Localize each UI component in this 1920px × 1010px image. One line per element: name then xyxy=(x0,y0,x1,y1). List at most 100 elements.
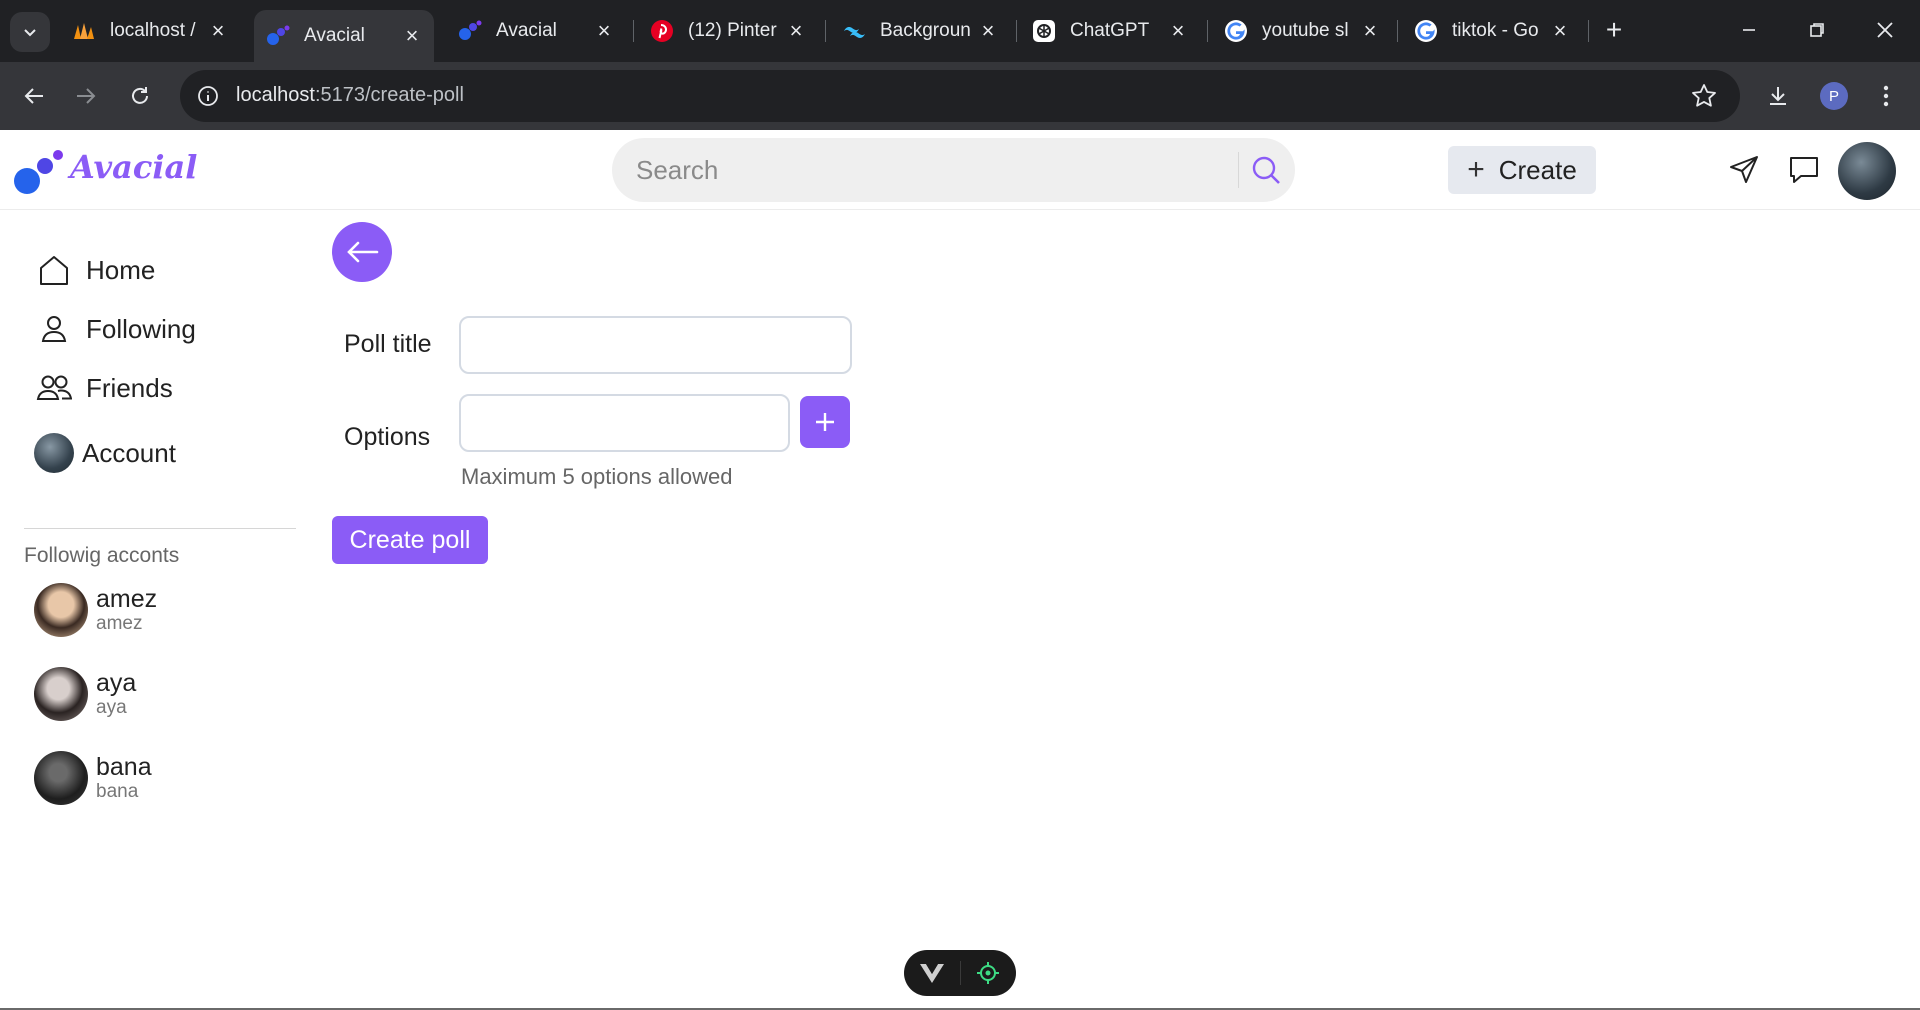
browser-tab-4[interactable]: Backgroun × xyxy=(830,10,1010,52)
tab-title: ChatGPT xyxy=(1070,20,1150,41)
search-input[interactable] xyxy=(636,152,1216,188)
avacial-icon xyxy=(458,19,482,43)
download-icon xyxy=(1770,87,1786,105)
inspect-target-icon[interactable] xyxy=(960,950,1016,996)
avacial-icon xyxy=(266,24,290,48)
tab-title: Avacial xyxy=(496,20,557,41)
add-option-button[interactable] xyxy=(800,396,850,448)
forward-nav-button[interactable] xyxy=(66,76,106,116)
send-icon[interactable] xyxy=(1724,150,1764,190)
close-icon[interactable]: × xyxy=(976,18,1000,43)
minimize-button[interactable] xyxy=(1726,10,1772,50)
sidebar-item-label: Following xyxy=(86,313,196,344)
avatar xyxy=(34,751,88,805)
plus-icon xyxy=(816,413,834,431)
create-poll-button[interactable]: Create poll xyxy=(332,516,488,564)
avacial-logo-icon[interactable] xyxy=(12,146,66,196)
users-icon xyxy=(34,368,74,408)
poll-title-input[interactable] xyxy=(459,316,852,374)
option-input[interactable] xyxy=(459,394,790,452)
tab-separator xyxy=(825,20,826,42)
chevron-down-icon xyxy=(24,29,36,37)
browser-toolbar: localhost:5173/create-poll P xyxy=(0,62,1920,130)
search-divider xyxy=(1238,152,1239,188)
browser-tab-bar: localhost / × Avacial × Avacial × (12) P… xyxy=(0,0,1920,62)
back-nav-button[interactable] xyxy=(14,76,54,116)
create-button-label: Create xyxy=(1498,154,1577,185)
vue-devtools-icon[interactable] xyxy=(904,950,960,996)
url-host: localhost xyxy=(236,84,315,106)
avatar xyxy=(34,667,88,721)
following-item[interactable]: amez amez xyxy=(34,582,157,638)
more-vertical-icon xyxy=(1883,85,1889,107)
browser-tab-7[interactable]: tiktok - Go × xyxy=(1402,10,1582,52)
new-tab-button[interactable]: + xyxy=(1598,14,1630,46)
restore-icon xyxy=(1810,23,1824,37)
google-icon xyxy=(1224,19,1248,43)
following-item[interactable]: bana bana xyxy=(34,750,152,806)
tab-search-button[interactable] xyxy=(10,12,50,52)
search-icon[interactable] xyxy=(1248,152,1284,188)
tab-separator xyxy=(1016,20,1017,42)
browser-tab-0[interactable]: localhost / × xyxy=(60,10,240,52)
plus-icon: + xyxy=(1467,153,1485,186)
browser-menu-button[interactable] xyxy=(1866,76,1906,116)
following-handle: bana xyxy=(96,781,139,802)
browser-tab-3[interactable]: (12) Pinter × xyxy=(638,10,818,52)
arrow-left-icon xyxy=(24,88,43,104)
tab-title: (12) Pinter xyxy=(688,20,777,41)
sidebar-item-friends[interactable]: Friends xyxy=(34,366,173,410)
close-icon[interactable]: × xyxy=(1548,18,1572,43)
profile-avatar[interactable]: P xyxy=(1820,82,1848,110)
brand-name[interactable]: Avacial xyxy=(70,148,197,186)
close-icon[interactable]: × xyxy=(784,18,808,43)
create-button[interactable]: + Create xyxy=(1448,146,1596,194)
close-icon[interactable]: × xyxy=(592,18,616,43)
avatar xyxy=(34,583,88,637)
tab-separator xyxy=(1588,20,1589,42)
google-icon xyxy=(1414,19,1438,43)
app-header: Avacial + Create xyxy=(0,130,1920,210)
close-icon[interactable]: × xyxy=(206,18,230,43)
messages-icon[interactable] xyxy=(1784,150,1824,190)
close-icon[interactable]: × xyxy=(400,23,424,48)
following-name: amez xyxy=(96,585,158,613)
reload-icon xyxy=(132,87,148,104)
following-item[interactable]: aya aya xyxy=(34,666,136,722)
following-name: bana xyxy=(96,753,152,781)
following-section-title: Followig acconts xyxy=(24,544,180,567)
tab-title: tiktok - Go xyxy=(1452,20,1539,41)
user-avatar[interactable] xyxy=(1838,142,1896,200)
options-hint: Maximum 5 options allowed xyxy=(461,464,733,489)
downloads-button[interactable] xyxy=(1758,76,1798,116)
sidebar-item-home[interactable]: Home xyxy=(34,248,155,292)
tab-separator xyxy=(1207,20,1208,42)
chatgpt-icon xyxy=(1032,19,1056,43)
sidebar-item-following[interactable]: Following xyxy=(34,307,196,351)
tab-title: localhost / xyxy=(110,20,196,41)
sidebar: Home Following Friends Account Followig … xyxy=(0,210,300,1010)
user-icon xyxy=(34,309,74,349)
sidebar-item-account[interactable]: Account xyxy=(34,431,176,475)
browser-tab-6[interactable]: youtube sl × xyxy=(1212,10,1392,52)
pinterest-icon xyxy=(650,19,674,43)
close-icon[interactable]: × xyxy=(1166,18,1190,43)
url-path: :5173/create-poll xyxy=(314,84,464,106)
dev-toolbar xyxy=(904,950,1016,996)
sidebar-item-label: Friends xyxy=(86,372,173,403)
close-icon[interactable]: × xyxy=(1358,18,1382,43)
tailwind-icon xyxy=(842,19,866,43)
following-handle: amez xyxy=(96,613,143,634)
restore-button[interactable] xyxy=(1794,10,1840,50)
tab-separator xyxy=(1397,20,1398,42)
site-info-icon[interactable] xyxy=(194,82,222,110)
browser-tab-1[interactable]: Avacial × xyxy=(254,10,434,62)
browser-tab-5[interactable]: ChatGPT × xyxy=(1020,10,1200,52)
back-button[interactable] xyxy=(332,222,392,282)
browser-tab-2[interactable]: Avacial × xyxy=(446,10,626,52)
arrow-left-icon xyxy=(347,241,379,263)
address-bar[interactable]: localhost:5173/create-poll xyxy=(180,70,1740,122)
bookmark-star-icon[interactable] xyxy=(1688,80,1720,112)
reload-button[interactable] xyxy=(120,76,160,116)
close-window-button[interactable] xyxy=(1862,10,1908,50)
